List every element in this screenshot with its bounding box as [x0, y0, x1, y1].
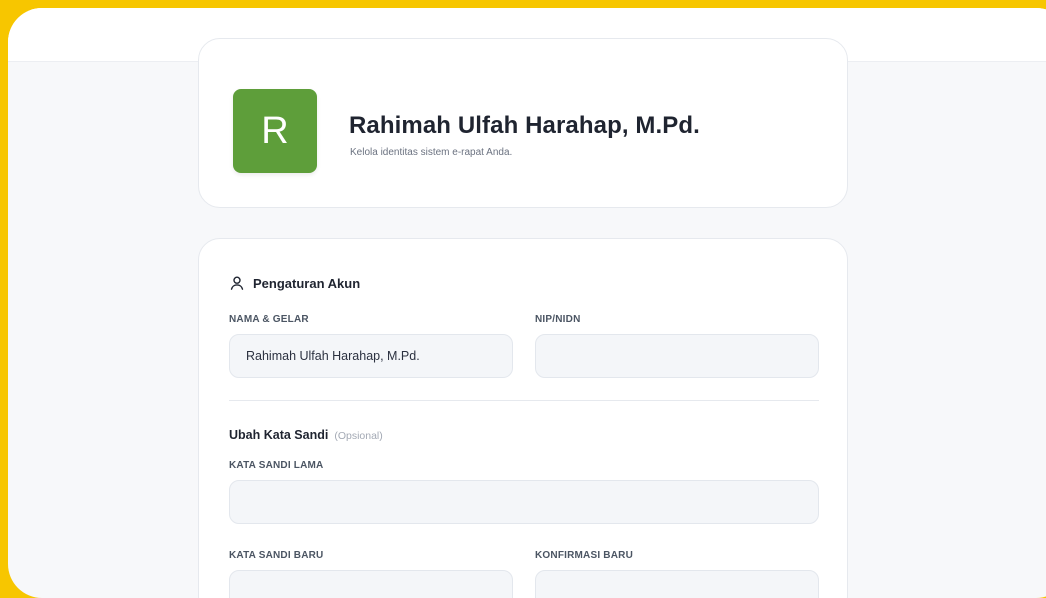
name-label: NAMA & GELAR: [229, 314, 309, 325]
user-icon: [230, 276, 244, 290]
nip-label: NIP/NIDN: [535, 314, 581, 325]
old-password-field[interactable]: [229, 480, 819, 524]
profile-name: Rahimah Ulfah Harahap, M.Pd.: [349, 112, 700, 139]
account-settings-card: Pengaturan Akun NAMA & GELAR Rahimah Ulf…: [198, 238, 848, 598]
optional-note: (Opsional): [334, 430, 383, 442]
name-field-value: Rahimah Ulfah Harahap, M.Pd.: [246, 349, 420, 363]
new-password-label: KATA SANDI BARU: [229, 550, 324, 561]
name-field[interactable]: Rahimah Ulfah Harahap, M.Pd.: [229, 334, 513, 378]
section-title-label: Pengaturan Akun: [253, 275, 361, 291]
old-password-label: KATA SANDI LAMA: [229, 460, 324, 471]
password-title: Ubah Kata Sandi: [229, 428, 329, 442]
confirm-password-label: KONFIRMASI BARU: [535, 550, 633, 561]
confirm-password-field[interactable]: [535, 570, 819, 598]
profile-subtitle: Kelola identitas sistem e-rapat Anda.: [350, 147, 513, 158]
nip-field[interactable]: [535, 334, 819, 378]
divider: [229, 400, 819, 401]
section-title: Pengaturan Akun: [229, 275, 360, 291]
password-section-title: Ubah Kata Sandi (Opsional): [229, 428, 383, 442]
new-password-field[interactable]: [229, 570, 513, 598]
avatar: R: [233, 89, 317, 173]
profile-card: R Rahimah Ulfah Harahap, M.Pd. Kelola id…: [198, 38, 848, 208]
avatar-initial: R: [261, 109, 289, 152]
app-window: R Rahimah Ulfah Harahap, M.Pd. Kelola id…: [8, 8, 1046, 598]
